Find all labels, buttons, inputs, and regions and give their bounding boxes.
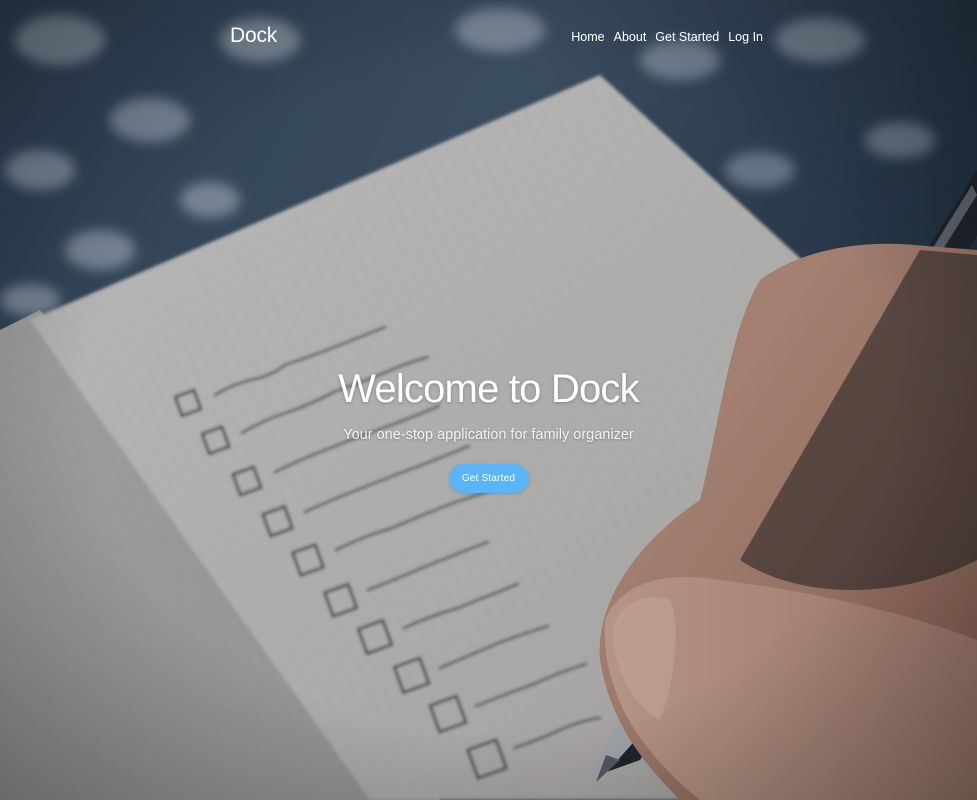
get-started-button[interactable]: Get Started	[448, 464, 529, 493]
hero-subtitle: Your one-stop application for family org…	[343, 427, 634, 443]
hero-title: Welcome to Dock	[338, 367, 640, 411]
nav-link-get-started[interactable]: Get Started	[655, 30, 719, 44]
nav-link-home[interactable]: Home	[571, 30, 604, 44]
nav-link-log-in[interactable]: Log In	[728, 30, 763, 44]
nav-links: Home About Get Started Log In	[571, 30, 763, 44]
nav-link-about[interactable]: About	[614, 30, 647, 44]
brand-logo[interactable]: Dock	[230, 24, 277, 48]
top-navbar: Dock Home About Get Started Log In	[0, 0, 977, 76]
hero-section: Dock Home About Get Started Log In Welco…	[0, 0, 977, 800]
hero-content: Welcome to Dock Your one-stop applicatio…	[0, 364, 977, 493]
